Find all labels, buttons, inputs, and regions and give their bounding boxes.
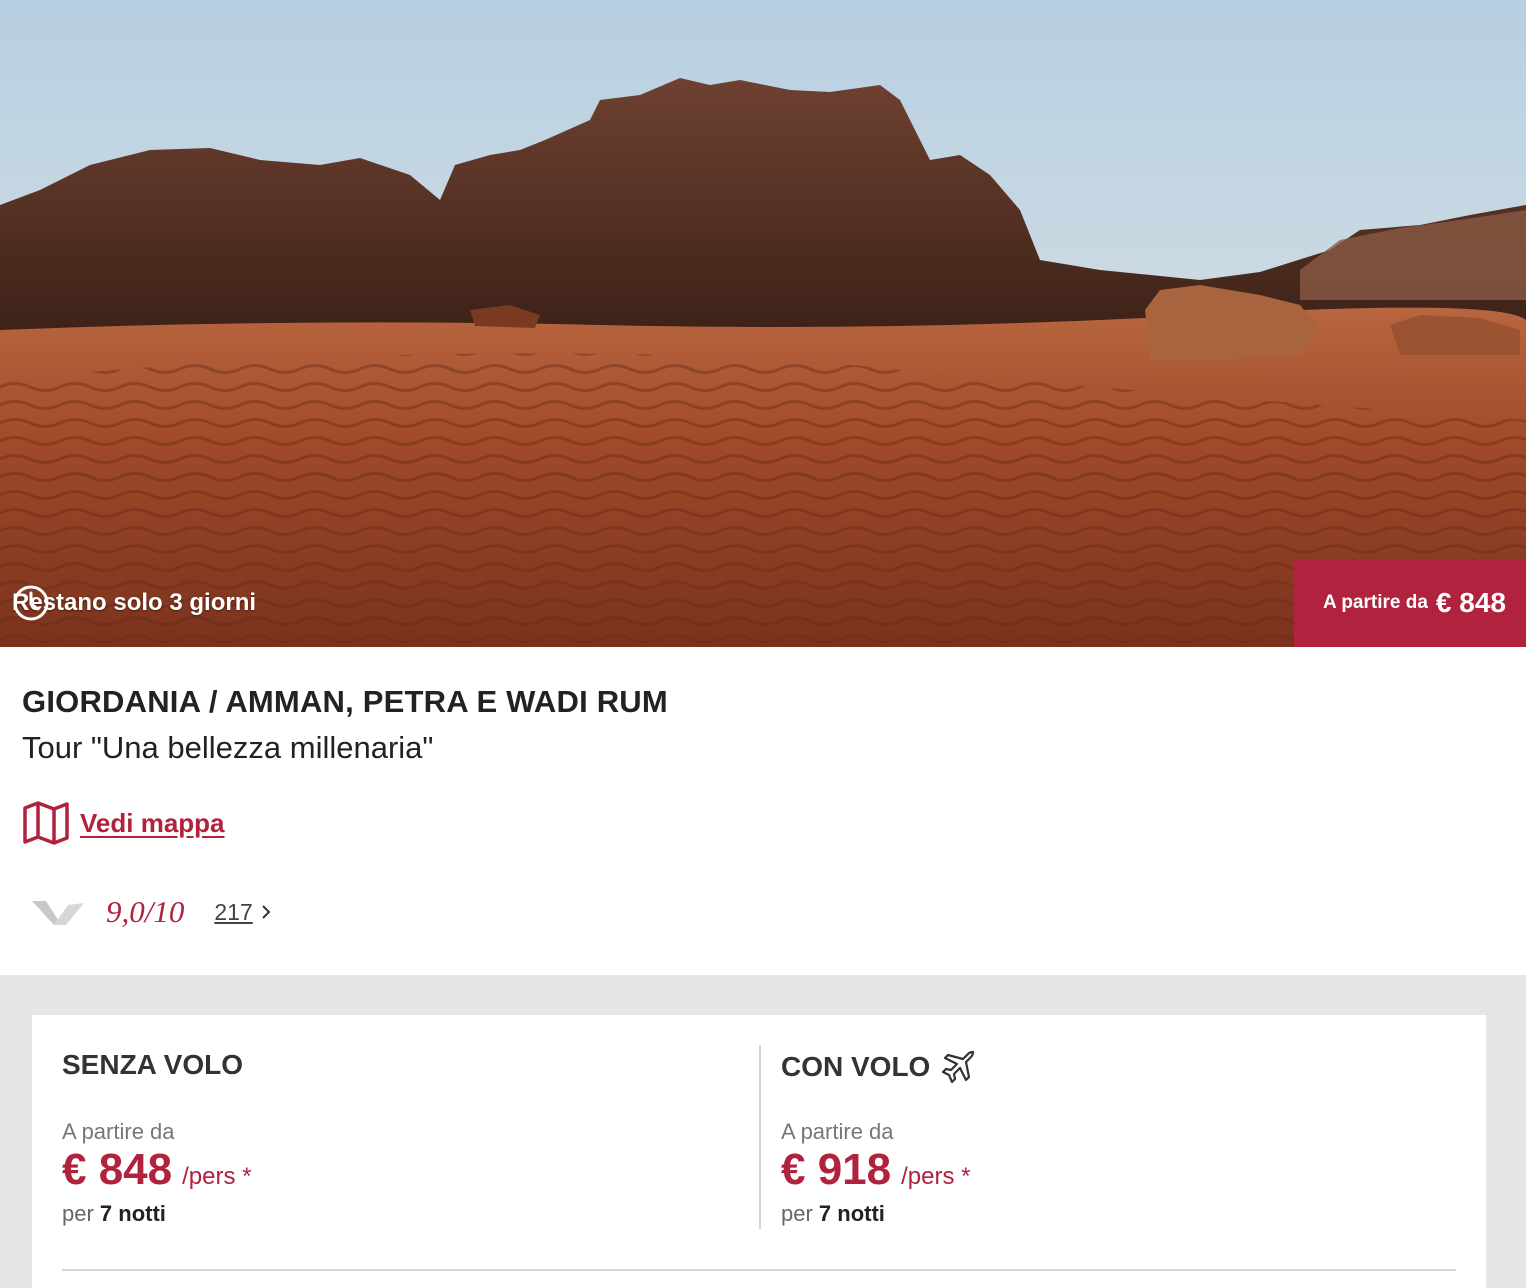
rating: 9,0/10 217 xyxy=(32,892,273,932)
option-title: CON VOLO xyxy=(781,1049,976,1085)
nights-prefix: per xyxy=(62,1201,94,1226)
from-label: A partire da xyxy=(62,1119,175,1144)
countdown: Restano solo 3 giorni xyxy=(12,584,256,622)
price-badge: A partire da € 848 xyxy=(1294,559,1526,647)
rating-score: 9,0/10 xyxy=(106,894,185,929)
per-person-label: /pers * xyxy=(901,1163,971,1190)
view-map-label: Vedi mappa xyxy=(80,807,225,838)
price: € 918/pers * xyxy=(781,1145,970,1195)
option-title-text: CON VOLO xyxy=(781,1051,931,1082)
offer-title: GIORDANIA / AMMAN, PETRA E WADI RUM xyxy=(22,684,668,719)
nights: per 7 notti xyxy=(781,1201,885,1227)
view-map-link[interactable]: Vedi mappa xyxy=(22,800,225,846)
nights-value: 7 notti xyxy=(99,1201,166,1226)
pricing-card: SENZA VOLO A partire da € 848/pers * per… xyxy=(32,1015,1486,1288)
price: € 848/pers * xyxy=(62,1145,251,1195)
price-amount: € 848 xyxy=(62,1145,173,1194)
nights-prefix: per xyxy=(781,1201,813,1226)
reviews-count-link[interactable]: 217 xyxy=(214,899,252,926)
desert-landscape-illustration xyxy=(0,0,1526,647)
price-amount: € 918 xyxy=(781,1145,892,1194)
map-icon xyxy=(23,801,69,845)
from-label: A partire da xyxy=(781,1119,894,1144)
offer-subtitle: Tour "Una bellezza millenaria" xyxy=(22,730,434,765)
option-title: SENZA VOLO xyxy=(62,1049,243,1080)
price-badge-label: A partire da xyxy=(1323,592,1428,613)
chevron-right-icon[interactable] xyxy=(259,902,273,922)
nights: per 7 notti xyxy=(62,1201,166,1227)
column-divider xyxy=(759,1045,761,1229)
airplane-icon xyxy=(942,1050,975,1084)
brand-logo-icon xyxy=(32,901,84,925)
clock-icon xyxy=(13,585,49,621)
section-divider xyxy=(62,1269,1456,1271)
hero-image: Restano solo 3 giorni A partire da € 848 xyxy=(0,0,1526,647)
price-badge-value: € 848 xyxy=(1435,587,1506,618)
nights-value: 7 notti xyxy=(818,1201,885,1226)
per-person-label: /pers * xyxy=(182,1163,252,1190)
